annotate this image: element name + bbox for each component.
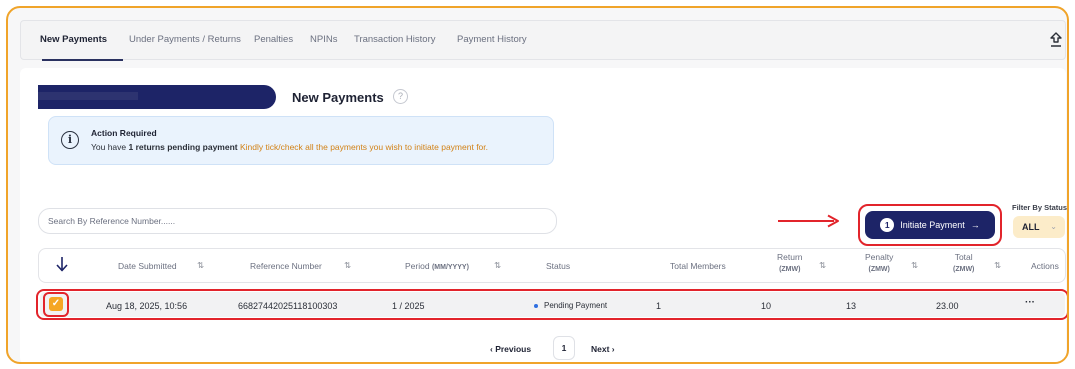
status-filter-value: ALL: [1022, 222, 1040, 232]
tab-under-payments-returns[interactable]: Under Payments / Returns: [129, 34, 241, 45]
cell-return: 10: [761, 301, 772, 311]
col-total-label: Total: [954, 252, 973, 262]
payments-panel: New Payments ? i Action Required You hav…: [20, 68, 1068, 362]
filter-by-status-label: Filter By Status: [1012, 203, 1068, 212]
tab-bar: New Payments Under Payments / Returns Pe…: [20, 20, 1066, 61]
sort-icon[interactable]: ⇅: [344, 260, 351, 271]
col-return-label: Return: [777, 252, 803, 262]
info-icon: i: [61, 131, 79, 149]
arrow-right-icon: →: [970, 220, 980, 230]
chevron-down-icon: ⌄: [1050, 222, 1057, 231]
col-return[interactable]: Return (ZMW): [777, 252, 803, 275]
alert-message: You have 1 returns pending payment Kindl…: [91, 142, 488, 152]
col-total-members: Total Members: [670, 261, 726, 271]
col-penalty[interactable]: Penalty (ZMW): [865, 252, 893, 275]
annotation-arrow-icon: [778, 214, 839, 228]
upload-icon[interactable]: [1048, 31, 1064, 49]
col-actions: Actions: [1031, 261, 1059, 271]
col-date-submitted[interactable]: Date Submitted: [118, 261, 177, 271]
page-title: New Payments: [292, 90, 384, 105]
cell-total: 23.00: [936, 301, 959, 311]
active-tab-indicator: [42, 59, 123, 61]
sort-icon[interactable]: ⇅: [494, 260, 501, 271]
col-period-unit: (MM/YYYY): [431, 264, 469, 271]
tab-new-payments[interactable]: New Payments: [40, 34, 107, 45]
alert-message-prefix: You have: [91, 142, 129, 152]
arrow-down-icon[interactable]: [55, 255, 69, 273]
col-status: Status: [546, 261, 571, 271]
col-period-label: Period: [405, 261, 430, 271]
help-icon[interactable]: ?: [393, 89, 408, 104]
selected-count-badge: 1: [880, 218, 895, 232]
app-frame: New Payments Under Payments / Returns Pe…: [6, 6, 1069, 364]
row-actions-menu[interactable]: ···: [1025, 297, 1035, 308]
status-label: Pending Payment: [544, 301, 608, 310]
row-checkbox[interactable]: ✓: [49, 297, 63, 311]
col-penalty-unit: (ZMW): [868, 266, 890, 273]
col-total[interactable]: Total (ZMW): [953, 252, 974, 275]
sort-icon[interactable]: ⇅: [994, 260, 1001, 271]
col-return-unit: (ZMW): [779, 266, 801, 273]
col-penalty-label: Penalty: [865, 252, 894, 262]
col-period[interactable]: Period (MM/YYYY): [405, 261, 469, 271]
status-badge: Pending Payment: [534, 301, 607, 310]
status-dot: [534, 303, 538, 308]
sort-icon[interactable]: ⇅: [819, 260, 826, 271]
cell-total-members: 1: [656, 301, 662, 311]
initiate-payment-label: Initiate Payment: [900, 220, 965, 230]
cell-penalty: 13: [846, 301, 857, 311]
pagination-previous[interactable]: ‹ Previous: [490, 344, 531, 362]
cell-period: 1 / 2025: [392, 301, 425, 311]
cell-date-submitted: Aug 18, 2025, 10:56: [106, 301, 188, 311]
tab-payment-history[interactable]: Payment History: [457, 34, 527, 45]
action-required-alert: i Action Required You have 1 returns pen…: [48, 116, 554, 165]
status-filter-select[interactable]: ALL ⌄: [1013, 216, 1065, 238]
col-total-unit: (ZMW): [953, 266, 975, 273]
col-reference-number[interactable]: Reference Number: [250, 261, 322, 271]
tab-penalties[interactable]: Penalties: [254, 34, 293, 45]
sort-icon[interactable]: ⇅: [197, 260, 204, 271]
table-header: Date Submitted ⇅ Reference Number ⇅ Peri…: [38, 248, 1066, 283]
redacted-banner: [38, 85, 276, 109]
initiate-payment-button[interactable]: 1 Initiate Payment →: [865, 211, 995, 239]
tab-transaction-history[interactable]: Transaction History: [354, 34, 435, 45]
sort-icon[interactable]: ⇅: [911, 260, 918, 271]
pagination-page-1[interactable]: 1: [553, 336, 575, 360]
alert-title: Action Required: [91, 128, 157, 138]
cell-reference-number: 66827442025118100303: [238, 301, 338, 311]
pagination-next[interactable]: Next ›: [591, 344, 615, 362]
search-input[interactable]: [38, 208, 557, 234]
alert-message-count: 1 returns pending payment: [128, 142, 238, 152]
tab-npins[interactable]: NPINs: [310, 34, 337, 45]
alert-message-instruction: Kindly tick/check all the payments you w…: [237, 142, 489, 152]
